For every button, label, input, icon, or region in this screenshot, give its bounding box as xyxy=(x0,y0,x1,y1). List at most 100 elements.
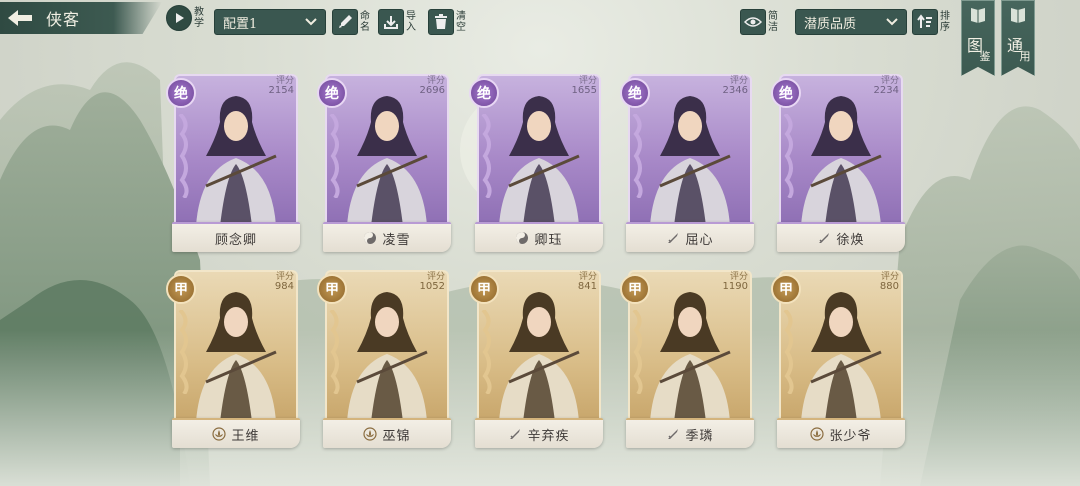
score-value: 2346 xyxy=(722,85,748,96)
eye-icon xyxy=(740,9,766,35)
hero-card[interactable]: 甲评分 841 辛弃疾 xyxy=(469,268,605,450)
rank-ribbon xyxy=(632,114,643,198)
rename-button[interactable]: 命名 xyxy=(332,8,372,36)
rank-ribbon xyxy=(481,310,492,394)
score-value: 841 xyxy=(577,281,597,292)
taiji-icon xyxy=(515,231,534,245)
hero-name: 巫锦 xyxy=(382,428,411,444)
hero-name: 徐焕 xyxy=(836,232,865,248)
hero-nameplate: 辛弃疾 xyxy=(475,418,603,448)
chevron-down-icon xyxy=(305,18,317,26)
sort-button[interactable]: 排序 xyxy=(912,8,952,36)
rank-ribbon xyxy=(481,114,492,198)
hero-name: 屈心 xyxy=(685,232,714,248)
back-button[interactable]: 侠客 xyxy=(0,2,162,34)
book-icon xyxy=(1011,8,1025,23)
rank-ribbon xyxy=(178,114,189,198)
book-icon xyxy=(971,8,985,23)
hero-card[interactable]: 甲评分 1190 季璘 xyxy=(620,268,756,450)
import-button[interactable]: 导入 xyxy=(378,8,418,36)
hero-card[interactable]: 绝评分 2696 凌雪 xyxy=(317,72,453,254)
tutorial-button[interactable]: 教学 xyxy=(166,4,206,32)
hero-name: 季璘 xyxy=(685,428,714,444)
hero-card[interactable]: 甲评分 880 张少爷 xyxy=(771,268,907,450)
back-arrow-icon xyxy=(0,2,40,34)
tab-general-small: 用 xyxy=(1019,50,1031,63)
simple-label: 简洁 xyxy=(768,11,778,33)
hero-nameplate: 张少爷 xyxy=(777,418,905,448)
quality-filter-dropdown[interactable]: 潜质品质 xyxy=(795,8,907,36)
sword-icon xyxy=(508,427,527,441)
rank-badge: 绝 xyxy=(317,78,347,108)
hero-name: 辛弃疾 xyxy=(527,428,570,444)
hero-nameplate: 凌雪 xyxy=(323,222,451,252)
score-value: 984 xyxy=(274,281,294,292)
hero-name: 张少爷 xyxy=(829,428,872,444)
rank-badge: 甲 xyxy=(620,274,650,304)
rank-badge: 绝 xyxy=(771,78,801,108)
hero-card[interactable]: 绝评分 2346 屈心 xyxy=(620,72,756,254)
hero-nameplate: 王维 xyxy=(172,418,300,448)
lotus-icon xyxy=(212,427,231,441)
quality-filter-value: 潜质品质 xyxy=(804,16,857,32)
sort-icon xyxy=(912,9,938,35)
tutorial-label: 教学 xyxy=(194,7,204,29)
score-value: 1190 xyxy=(722,281,748,292)
rank-badge: 甲 xyxy=(317,274,347,304)
hero-nameplate: 徐焕 xyxy=(777,222,905,252)
score-value: 880 xyxy=(879,281,899,292)
rank-badge: 绝 xyxy=(620,78,650,108)
sword-icon xyxy=(817,231,836,245)
rank-ribbon xyxy=(783,310,794,394)
sword-icon xyxy=(666,427,685,441)
lotus-icon xyxy=(810,427,829,441)
hero-card[interactable]: 绝评分 2154 顾念卿 xyxy=(166,72,302,254)
rank-badge: 甲 xyxy=(771,274,801,304)
tab-general[interactable]: 通 用 xyxy=(1001,0,1035,76)
hero-card[interactable]: 绝评分 2234 徐焕 xyxy=(771,72,907,254)
hero-nameplate: 卿珏 xyxy=(475,222,603,252)
rank-ribbon xyxy=(178,310,189,394)
score-value: 1655 xyxy=(571,85,597,96)
clear-label: 清空 xyxy=(456,11,466,33)
brush-icon xyxy=(332,9,358,35)
preset-value: 配置1 xyxy=(223,16,258,32)
score-value: 2154 xyxy=(268,85,294,96)
hero-nameplate: 季璘 xyxy=(626,418,754,448)
hero-card[interactable]: 甲评分 1052 巫锦 xyxy=(317,268,453,450)
rank-badge: 甲 xyxy=(469,274,499,304)
rank-ribbon xyxy=(632,310,643,394)
hero-name: 凌雪 xyxy=(382,232,411,248)
chevron-down-icon xyxy=(886,18,898,26)
trash-icon xyxy=(428,9,454,35)
import-label: 导入 xyxy=(406,11,416,33)
hero-name: 卿珏 xyxy=(534,232,563,248)
preset-dropdown[interactable]: 配置1 xyxy=(214,8,326,36)
tab-codex[interactable]: 图 鉴 xyxy=(961,0,995,76)
sort-label: 排序 xyxy=(940,11,950,33)
hero-name: 顾念卿 xyxy=(214,232,257,248)
hero-nameplate: 屈心 xyxy=(626,222,754,252)
rank-ribbon xyxy=(329,114,340,198)
rank-ribbon xyxy=(783,114,794,198)
rank-badge: 绝 xyxy=(166,78,196,108)
score-value: 1052 xyxy=(419,281,445,292)
hero-name: 王维 xyxy=(231,428,260,444)
rank-badge: 甲 xyxy=(166,274,196,304)
simple-mode-toggle[interactable]: 简洁 xyxy=(740,8,780,36)
rank-badge: 绝 xyxy=(469,78,499,108)
rank-ribbon xyxy=(329,310,340,394)
clear-button[interactable]: 清空 xyxy=(428,8,468,36)
score-value: 2234 xyxy=(873,85,899,96)
top-bar: 侠客 教学 配置1 命名 导入 清空 简洁 潜质品质 排序 图 鉴 通 用 xyxy=(0,0,1080,76)
sword-icon xyxy=(666,231,685,245)
hero-nameplate: 顾念卿 xyxy=(172,222,300,252)
hero-card[interactable]: 甲评分 984 王维 xyxy=(166,268,302,450)
taiji-icon xyxy=(363,231,382,245)
hero-card[interactable]: 绝评分 1655 卿珏 xyxy=(469,72,605,254)
rename-label: 命名 xyxy=(360,11,370,33)
tab-codex-small: 鉴 xyxy=(979,50,991,63)
play-icon xyxy=(166,5,192,31)
hero-nameplate: 巫锦 xyxy=(323,418,451,448)
page-title: 侠客 xyxy=(46,10,81,29)
